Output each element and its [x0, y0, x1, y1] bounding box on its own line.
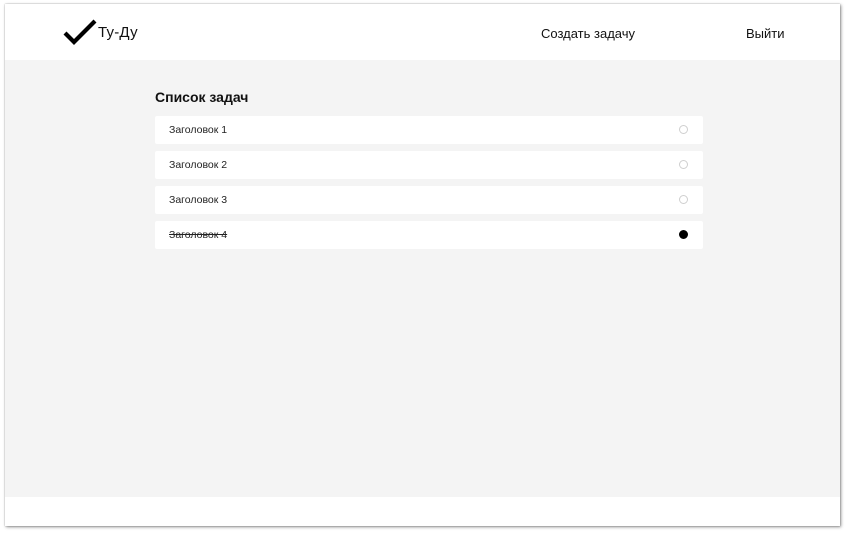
- logo[interactable]: Ту-Ду: [62, 18, 138, 46]
- checkmark-icon: [63, 19, 97, 45]
- task-status-radio[interactable]: [679, 125, 688, 134]
- task-list: Заголовок 1 Заголовок 2 Заголовок 3 Заго…: [155, 116, 703, 256]
- header: Ту-Ду Создать задачу Выйти: [5, 4, 840, 60]
- task-row[interactable]: Заголовок 3: [155, 186, 703, 214]
- task-title: Заголовок 4: [169, 229, 228, 241]
- task-row[interactable]: Заголовок 1: [155, 116, 703, 144]
- app-window: Ту-Ду Создать задачу Выйти Список задач …: [5, 4, 840, 526]
- footer: [5, 497, 840, 526]
- logout-link[interactable]: Выйти: [746, 26, 785, 41]
- logo-text: Ту-Ду: [98, 23, 138, 41]
- task-row[interactable]: Заголовок 2: [155, 151, 703, 179]
- main-content: Список задач Заголовок 1 Заголовок 2 Заг…: [5, 60, 840, 497]
- task-title: Заголовок 3: [169, 194, 228, 206]
- task-status-radio[interactable]: [679, 230, 688, 239]
- task-status-radio[interactable]: [679, 160, 688, 169]
- create-task-link[interactable]: Создать задачу: [541, 26, 635, 41]
- task-title: Заголовок 2: [169, 159, 228, 171]
- page-title: Список задач: [155, 89, 249, 105]
- task-status-radio[interactable]: [679, 195, 688, 204]
- task-title: Заголовок 1: [169, 124, 228, 136]
- task-row[interactable]: Заголовок 4: [155, 221, 703, 249]
